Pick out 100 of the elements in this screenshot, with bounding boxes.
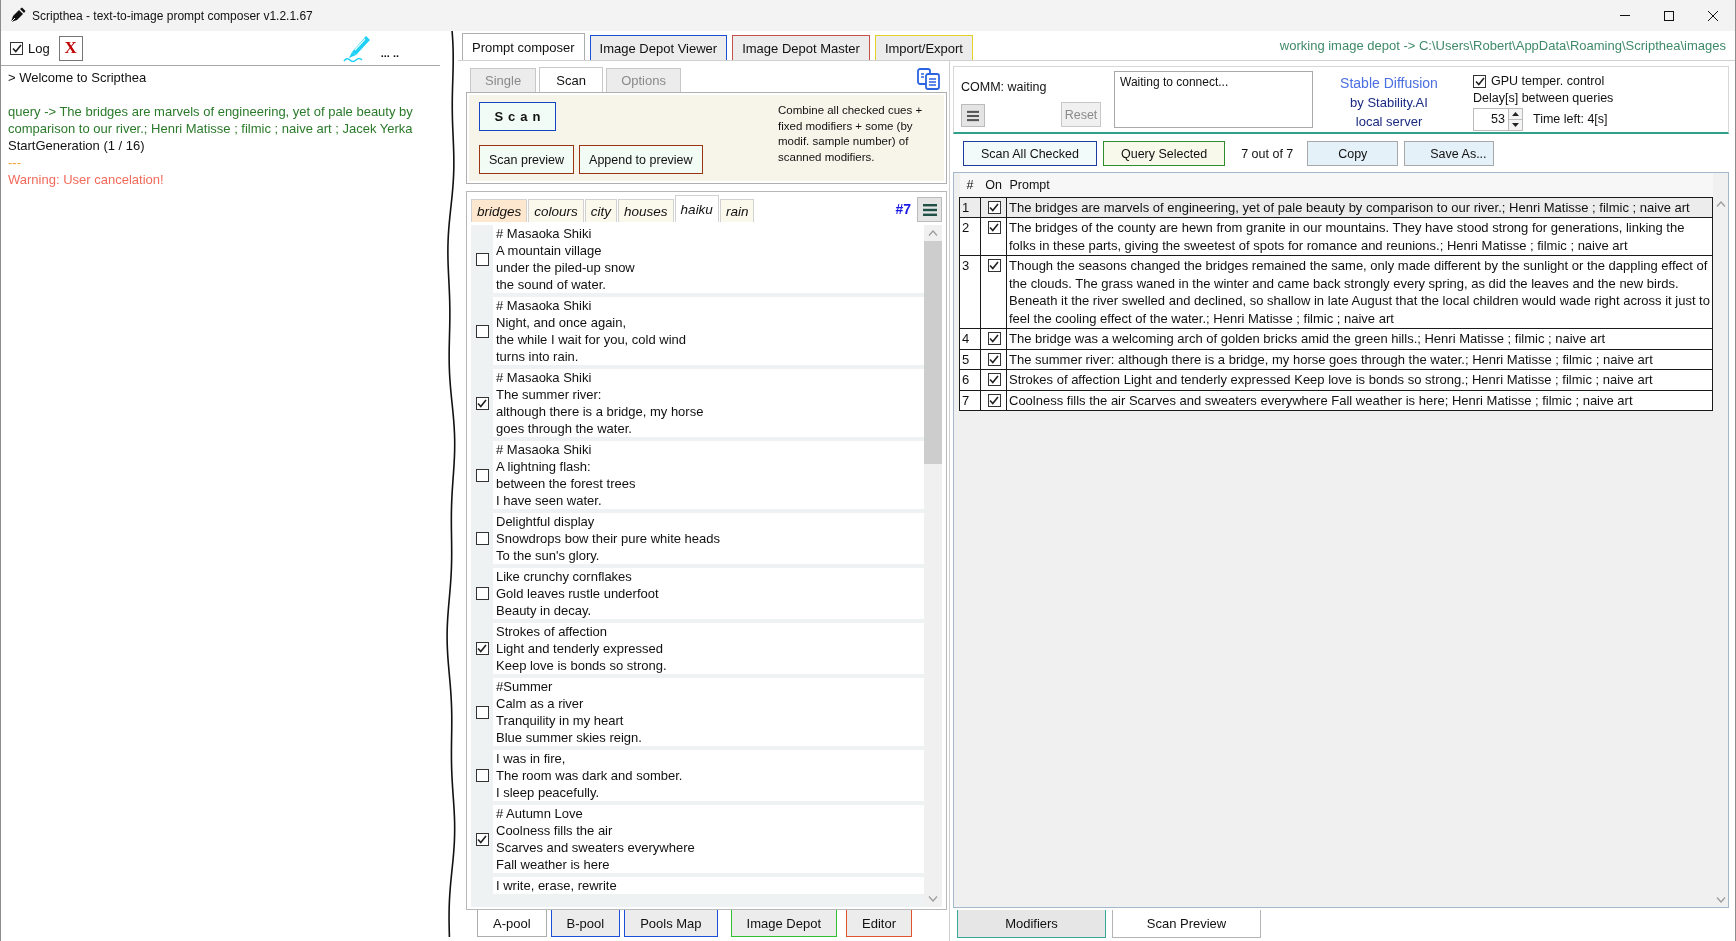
checkmark-icon bbox=[477, 834, 487, 844]
row-checkbox[interactable] bbox=[987, 393, 1001, 407]
minimize-icon bbox=[1620, 15, 1630, 16]
pool-tab[interactable]: Image Depot bbox=[730, 910, 837, 937]
chevron-up-icon bbox=[1716, 201, 1726, 207]
sub-tab[interactable]: Scan bbox=[539, 67, 604, 92]
cue-tab[interactable]: city bbox=[584, 199, 618, 222]
action-button[interactable]: Copy bbox=[1307, 141, 1399, 166]
log-line: Warning: User cancelation! bbox=[8, 171, 165, 188]
delay-spin-field[interactable]: 53 bbox=[1473, 108, 1523, 131]
cue-checkbox[interactable] bbox=[475, 769, 489, 782]
cue-checkbox[interactable] bbox=[475, 642, 489, 655]
chevron-up-icon bbox=[928, 230, 938, 236]
row-checkbox[interactable] bbox=[987, 373, 1001, 386]
menu-button[interactable] bbox=[917, 197, 942, 222]
prompt-cell: The bridge was a welcoming arch of golden bricks amid the green hills.; Henri Matisse ; filmic ; naive art bbox=[1006, 328, 1713, 349]
cue-checkbox[interactable] bbox=[475, 587, 489, 600]
menu-button[interactable] bbox=[961, 104, 985, 127]
status-text: ... .. bbox=[380, 47, 399, 59]
table-row[interactable]: 1 The bridges are marvels of engineering, yet of pale beauty by comparison to our river.; Henri Matisse ; filmic ; naive art bbox=[959, 197, 1713, 218]
append-to-preview-button[interactable]: Append to preview bbox=[579, 145, 703, 174]
cue-text: Delightful display Snowdrops bow their pure white heads To the sun's glory. bbox=[493, 513, 924, 564]
caret-down-icon bbox=[1512, 123, 1519, 127]
log-line: --- bbox=[8, 154, 22, 171]
row-checkbox[interactable] bbox=[987, 352, 1001, 366]
cue-checkbox[interactable] bbox=[475, 396, 489, 410]
cue-text: # Masaoka Shiki A lightning flash: between the forest trees I have seen water. bbox=[493, 441, 924, 509]
cue-count: #7 bbox=[895, 200, 911, 217]
spin-up-button[interactable] bbox=[1509, 109, 1522, 119]
scrollbar-thumb[interactable] bbox=[924, 241, 942, 464]
cue-text: # Masaoka Shiki A mountain village under the piled-up snow the sound of water. bbox=[493, 225, 924, 293]
row-checkbox[interactable] bbox=[987, 200, 1001, 214]
action-button[interactable]: Save As... bbox=[1404, 141, 1495, 166]
prompt-cell: Strokes of affection Light and tenderly expressed Keep love is bonds so strong.; Henri Matisse ; filmic ; naive art bbox=[1006, 369, 1713, 390]
delay-label: Delay[s] between queries bbox=[1473, 90, 1614, 107]
cue-tab[interactable]: bridges bbox=[471, 199, 528, 222]
server-link[interactable]: Stable Diffusion bbox=[1340, 73, 1438, 93]
row-number-cell: 2 bbox=[959, 217, 981, 256]
caret-up-icon bbox=[1512, 112, 1519, 116]
selection-count: 7 out of 7 bbox=[1241, 146, 1294, 161]
spin-down-button[interactable] bbox=[1509, 119, 1522, 130]
cue-text: I was in fire, The room was dark and somber. I sleep peacefully. bbox=[493, 750, 924, 801]
table-row[interactable]: 4 The bridge was a welcoming arch of golden bricks amid the green hills.; Henri Matisse ; filmic ; naive art bbox=[959, 328, 1713, 349]
cue-text: Strokes of affection Light and tenderly expressed Keep love is bonds so strong. bbox=[493, 623, 924, 674]
checkmark-icon bbox=[989, 261, 999, 270]
row-checkbox[interactable] bbox=[987, 259, 1001, 272]
column-header: On bbox=[980, 173, 1007, 197]
main-tab[interactable]: Image Depot Master bbox=[732, 35, 870, 60]
checkmark-icon bbox=[1474, 77, 1485, 86]
checkmark-icon bbox=[989, 354, 999, 364]
row-checkbox[interactable] bbox=[987, 221, 1001, 234]
checkmark-icon bbox=[989, 375, 999, 384]
prompt-cell: Coolness fills the air Scarves and sweaters everywhere Fall weather is here; Henri Matisse ; filmic ; naive art bbox=[1006, 390, 1713, 411]
time-left-text: Time left: 4[s] bbox=[1533, 111, 1608, 128]
main-tab[interactable]: Image Depot Viewer bbox=[589, 35, 728, 60]
checkmark-icon bbox=[989, 395, 999, 405]
main-tab[interactable]: Prompt composer bbox=[462, 33, 585, 60]
cue-checkbox[interactable] bbox=[475, 468, 489, 482]
checkmark-icon bbox=[989, 202, 999, 212]
pool-tab[interactable]: B-pool bbox=[550, 910, 621, 937]
pool-tab[interactable]: A-pool bbox=[477, 910, 547, 937]
row-number-cell: 6 bbox=[959, 369, 981, 390]
main-tab[interactable]: Import/Export bbox=[874, 35, 973, 60]
pool-tab[interactable]: Editor bbox=[846, 910, 912, 937]
cue-tab[interactable]: colours bbox=[528, 199, 584, 222]
scan-preview-button[interactable]: Scan preview bbox=[479, 145, 575, 174]
scan-button[interactable]: Scan bbox=[479, 102, 556, 131]
row-number-cell: 7 bbox=[959, 390, 981, 411]
log-line: StartGeneration (1 / 16) bbox=[8, 137, 146, 154]
clear-log-button[interactable]: X bbox=[58, 35, 83, 61]
cue-checkbox[interactable] bbox=[475, 705, 489, 719]
scan-description: Combine all checked cues + fixed modifiers + some (by modif. sample number) of scanned modifiers. bbox=[778, 103, 924, 166]
copy-icon[interactable] bbox=[917, 68, 941, 90]
menu-icon bbox=[922, 203, 937, 216]
action-button[interactable]: Query Selected bbox=[1103, 141, 1226, 166]
cue-text: # Autumn Love Coolness fills the air Scarves and sweaters everywhere Fall weather is here bbox=[493, 805, 924, 873]
cue-checkbox[interactable] bbox=[475, 532, 489, 545]
bottom-tab[interactable]: Modifiers bbox=[957, 910, 1106, 938]
connection-log-field[interactable]: Waiting to connect... bbox=[1114, 71, 1313, 128]
server-vendor: by Stability.AI bbox=[1350, 94, 1428, 112]
gpu-control-checkbox[interactable] bbox=[1473, 75, 1486, 88]
table-row[interactable]: 7 Coolness fills the air Scarves and sweaters everywhere Fall weather is here; Henri Matisse ; filmic ; naive art bbox=[959, 390, 1713, 411]
bottom-tab[interactable]: Scan Preview bbox=[1112, 910, 1261, 938]
log-checkbox[interactable] bbox=[10, 41, 23, 55]
pen-icon bbox=[342, 33, 373, 63]
table-row[interactable]: 5 The summer river: although there is a bridge, my horse goes through the water.; Henri Matisse ; filmic ; naive art bbox=[959, 349, 1713, 370]
cue-checkbox[interactable] bbox=[475, 832, 489, 846]
cue-tab[interactable]: houses bbox=[618, 199, 674, 222]
cue-text: #Summer Calm as a river Tranquility in my heart Blue summer skies reign. bbox=[493, 678, 924, 746]
action-button[interactable]: Scan All Checked bbox=[963, 141, 1097, 166]
cue-tab[interactable]: haiku bbox=[674, 195, 719, 222]
prompt-cell: The bridges are marvels of engineering, yet of pale beauty by comparison to our river.; Henri Matisse ; filmic ; naive art bbox=[1006, 197, 1713, 218]
cue-text: # Masaoka Shiki Night, and once again, the while I wait for you, cold wind turns into rain. bbox=[493, 297, 924, 365]
cue-tab[interactable]: rain bbox=[719, 199, 755, 222]
cue-checkbox[interactable] bbox=[475, 324, 489, 338]
table-row[interactable]: 6 Strokes of affection Light and tenderly expressed Keep love is bonds so strong.; Henri Matisse ; filmic ; naive art bbox=[959, 369, 1713, 390]
row-number-cell: 3 bbox=[959, 255, 981, 329]
row-checkbox[interactable] bbox=[987, 332, 1001, 345]
cue-checkbox[interactable] bbox=[475, 252, 489, 266]
pool-tab[interactable]: Pools Map bbox=[624, 910, 718, 937]
